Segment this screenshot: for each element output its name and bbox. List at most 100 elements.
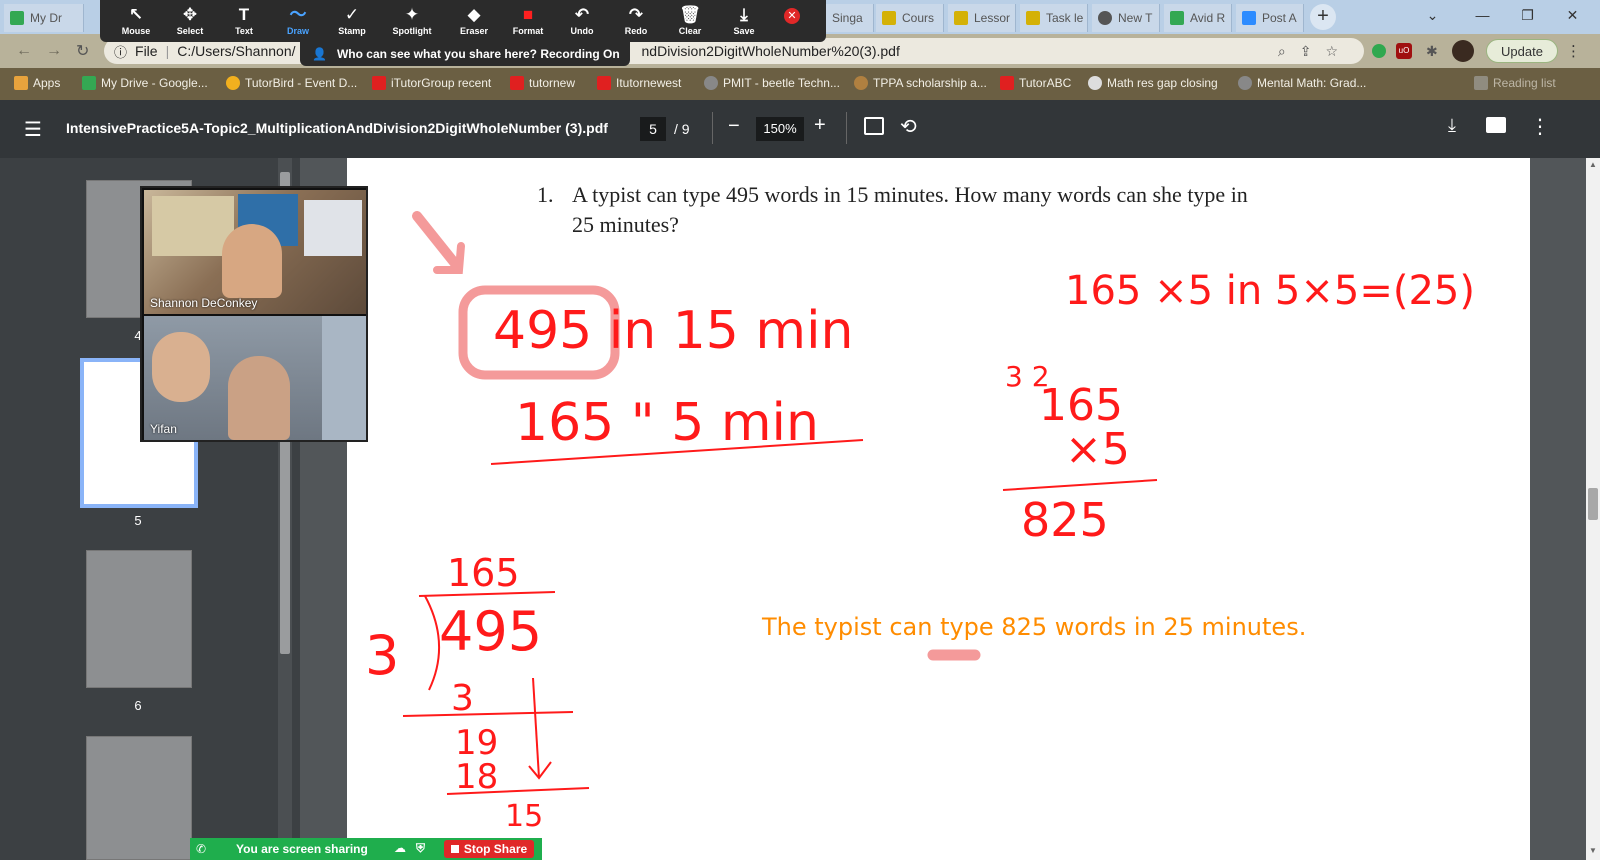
extension-icon[interactable] (1372, 44, 1386, 58)
rotate-icon[interactable]: ⟲ (900, 114, 917, 139)
stamp-tool-button[interactable]: ✓ Stamp (324, 2, 380, 40)
update-label: Update (1501, 43, 1543, 59)
video-tile-student[interactable]: Yifan (144, 316, 366, 440)
ublock-icon[interactable]: uO (1396, 43, 1412, 59)
browser-tab[interactable]: My Dr (4, 4, 84, 32)
video-panel[interactable]: Shannon DeConkey Yifan (140, 186, 368, 442)
redo-button[interactable]: ↷ Redo (608, 2, 664, 40)
bookmark-item[interactable]: TutorBird - Event D... (226, 76, 357, 90)
hand-div-divisor: 3 (365, 624, 399, 687)
page-total: / 9 (674, 121, 690, 137)
document-scrollbar[interactable]: ▲ ▼ (1586, 158, 1600, 860)
reading-list-item[interactable]: Reading list (1474, 76, 1556, 90)
browser-tab[interactable]: Lessor (948, 4, 1016, 32)
url-text-end: ndDivision2DigitWholeNumber%20(3).pdf (641, 43, 900, 59)
bookmark-label: Mental Math: Grad... (1257, 76, 1367, 90)
browser-tab[interactable]: Cours (876, 4, 944, 32)
scroll-up-icon[interactable]: ▲ (1589, 160, 1597, 169)
hand-top-right: 165 ×5 in 5×5=(25) (1065, 268, 1475, 314)
browser-tab[interactable]: Task le (1020, 4, 1088, 32)
tool-label: Text (235, 26, 253, 36)
restore-button[interactable]: ❐ (1505, 0, 1550, 30)
zoom-level-input[interactable]: 150% (756, 117, 804, 141)
stop-square-icon (450, 845, 459, 853)
trash-icon: 🗑 (679, 5, 701, 24)
stop-share-button[interactable]: Stop Share (444, 840, 534, 858)
browser-tab[interactable]: Post A (1236, 4, 1304, 32)
bookmark-item[interactable]: TPPA scholarship a... (854, 76, 987, 90)
recording-notice[interactable]: 👤 Who can see what you share here? Recor… (300, 42, 630, 66)
download-icon[interactable]: ⤓ (1448, 115, 1456, 136)
bookmark-item[interactable]: iTutorGroup recent (372, 76, 491, 90)
hand-line-1: 495 in 15 min (493, 301, 853, 361)
scroll-down-icon[interactable]: ▼ (1589, 846, 1597, 855)
page-number-input[interactable]: 5 (640, 117, 666, 141)
bookmark-item[interactable]: Mental Math: Grad... (1238, 76, 1366, 90)
page-thumbnail[interactable] (86, 550, 192, 688)
browser-menu-icon[interactable]: ⋮ (1566, 42, 1581, 60)
undo-button[interactable]: ↶ Undo (554, 2, 610, 40)
hand-div-dividend: 495 (439, 600, 542, 663)
zoom-in-icon[interactable]: + (814, 114, 826, 137)
url-action-icons[interactable]: ⌕⇪☆ (1278, 43, 1352, 60)
eraser-icon: ◆ (467, 5, 481, 24)
more-actions-icon[interactable]: ⋮ (1530, 114, 1550, 139)
tab-label: Post A (1262, 11, 1297, 25)
thumbnail-page-number: 6 (134, 698, 142, 713)
toolbar-divider (712, 112, 713, 144)
video-tile-host[interactable]: Shannon DeConkey (144, 190, 366, 314)
text-tool-button[interactable]: T Text (216, 2, 272, 40)
update-button[interactable]: Update (1486, 39, 1558, 63)
fit-page-icon[interactable] (864, 117, 884, 135)
document-scroll-thumb[interactable] (1588, 488, 1598, 520)
page-thumbnail[interactable] (86, 736, 192, 860)
apps-grid-icon (14, 76, 28, 90)
spotlight-tool-button[interactable]: ✦ Spotlight (384, 2, 440, 40)
itutor-icon (597, 76, 611, 90)
mouse-tool-button[interactable]: ↖ Mouse (108, 2, 164, 40)
profile-avatar[interactable] (1452, 40, 1474, 62)
reading-list-icon (1474, 76, 1488, 90)
format-tool-button[interactable]: ■ Format (500, 2, 556, 40)
zoom-out-icon[interactable]: − (728, 115, 740, 138)
save-button[interactable]: ⤓ Save (716, 2, 772, 40)
bookmark-label: Itutornewest (616, 76, 682, 90)
select-tool-button[interactable]: ✥ Select (162, 2, 218, 40)
hamburger-menu-icon[interactable]: ☰ (24, 117, 42, 142)
puzzle-extensions-icon[interactable]: ✱ (1426, 43, 1438, 60)
drag-handle-icon[interactable]: ✆ (196, 842, 206, 856)
bookmark-item[interactable]: My Drive - Google... (82, 76, 208, 90)
bookmark-item[interactable]: Math res gap closing (1088, 76, 1218, 90)
close-window-button[interactable]: ✕ (1550, 0, 1595, 30)
hand-mult-factor: ×5 (1065, 424, 1130, 475)
toolbar-divider (846, 112, 847, 144)
bookmark-item[interactable]: tutornew (510, 76, 575, 90)
tab-favicon-icon (882, 11, 896, 25)
bookmark-item[interactable]: PMIT - beetle Techn... (704, 76, 840, 90)
bookmark-item[interactable]: TutorABC (1000, 76, 1071, 90)
tab-search-chevron-icon[interactable]: ⌄ (1410, 0, 1455, 30)
forward-arrow-icon[interactable]: → (46, 42, 62, 60)
tool-label: Save (733, 26, 755, 36)
text-icon: T (238, 5, 250, 24)
tppa-icon (854, 76, 868, 90)
bookmark-item[interactable]: Apps (14, 76, 60, 90)
eraser-tool-button[interactable]: ◆ Eraser (446, 2, 502, 40)
print-icon[interactable] (1486, 117, 1506, 133)
bookmark-label: My Drive - Google... (101, 76, 208, 90)
browser-tab[interactable]: New T (1092, 4, 1160, 32)
reload-icon[interactable]: ↻ (76, 41, 89, 61)
bring-down-arrow-head (528, 761, 552, 780)
bookmark-item[interactable]: Itutornewest (597, 76, 681, 90)
bookmark-label: TutorABC (1019, 76, 1072, 90)
browser-tab[interactable]: Avid R (1164, 4, 1232, 32)
hand-div-step-1: 3 (451, 678, 474, 719)
tab-label: Avid R (1190, 11, 1226, 25)
tab-label: Cours (902, 11, 935, 25)
minimize-button[interactable]: — (1460, 0, 1505, 30)
back-arrow-icon[interactable]: ← (16, 42, 32, 60)
new-tab-button[interactable]: + (1310, 4, 1336, 30)
clear-button[interactable]: 🗑 Clear (662, 2, 718, 40)
tab-label: My Dr (30, 11, 62, 25)
draw-tool-button[interactable]: 〜 Draw (270, 2, 326, 40)
